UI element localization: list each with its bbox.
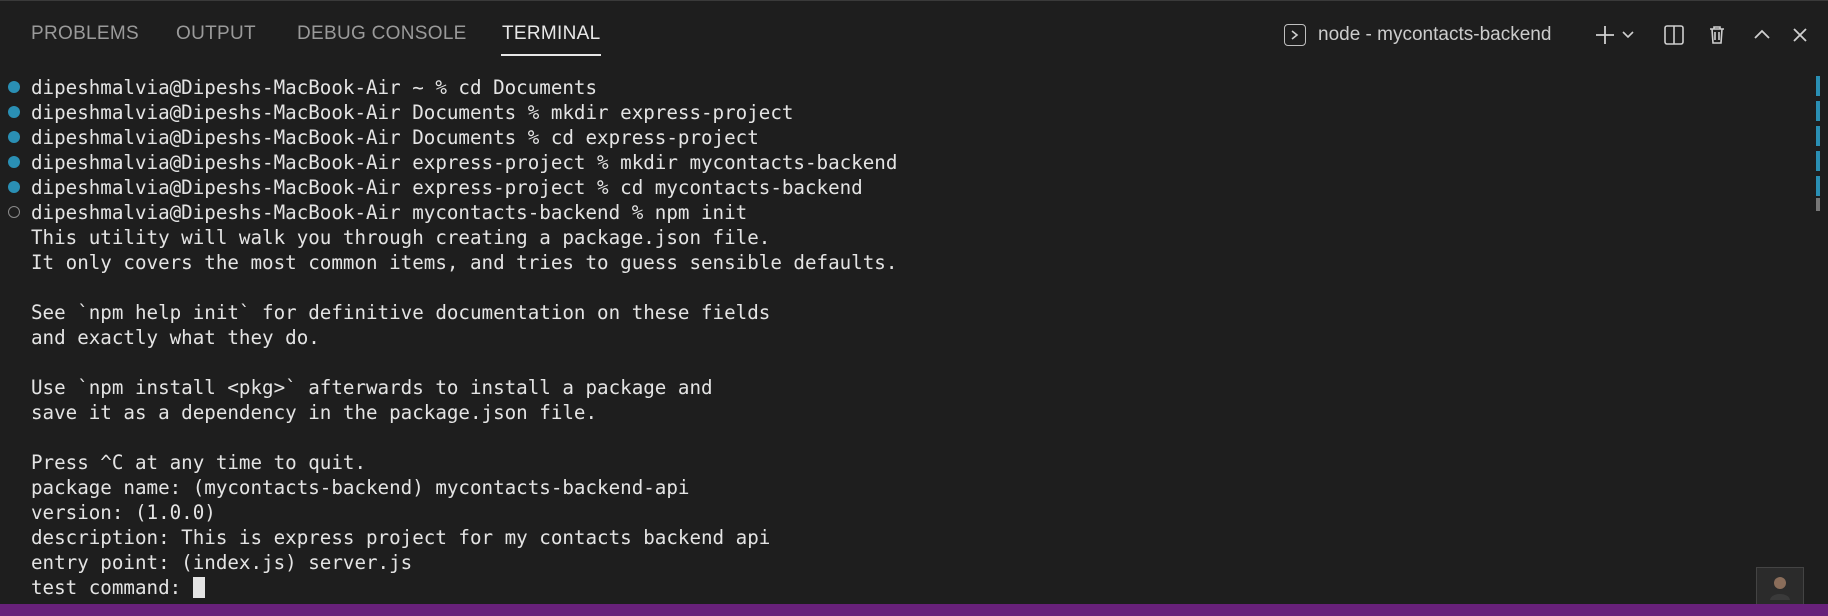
terminal-prompt-line[interactable]: test command: xyxy=(31,575,205,600)
terminal-line: See `npm help init` for definitive docum… xyxy=(31,301,771,324)
scrollbar-decoration-mark xyxy=(1816,151,1820,171)
command-success-decoration[interactable] xyxy=(8,131,20,143)
scrollbar-decoration-mark xyxy=(1816,101,1820,121)
scrollbar-decoration-mark xyxy=(1816,76,1820,96)
command-success-decoration[interactable] xyxy=(8,156,20,168)
scrollbar-thumb[interactable] xyxy=(1816,198,1820,211)
terminal-cursor xyxy=(192,577,205,598)
scrollbar-overview[interactable] xyxy=(1816,76,1820,211)
terminal-selector[interactable]: node - mycontacts-backend xyxy=(1284,21,1551,49)
trash-icon[interactable] xyxy=(1703,21,1731,49)
active-tab-indicator xyxy=(501,54,601,56)
terminal-line: entry point: (index.js) server.js xyxy=(31,551,413,574)
command-success-decoration[interactable] xyxy=(8,181,20,193)
terminal-line: dipeshmalvia@Dipeshs-MacBook-Air Documen… xyxy=(31,126,759,149)
chevron-down-icon[interactable] xyxy=(1618,21,1638,49)
terminal-line: This utility will walk you through creat… xyxy=(31,226,771,249)
terminal-line: dipeshmalvia@Dipeshs-MacBook-Air express… xyxy=(31,176,863,199)
command-running-decoration[interactable] xyxy=(8,206,20,218)
terminal-output[interactable]: dipeshmalvia@Dipeshs-MacBook-Air ~ % cd … xyxy=(0,62,1828,604)
tab-problems[interactable]: PROBLEMS xyxy=(31,23,139,45)
terminal-line: package name: (mycontacts-backend) mycon… xyxy=(31,476,690,499)
status-bar-edge xyxy=(0,604,1828,616)
terminal-line: description: This is express project for… xyxy=(31,526,771,549)
terminal-line: version: (1.0.0) xyxy=(31,501,216,524)
terminal-line: dipeshmalvia@Dipeshs-MacBook-Air ~ % cd … xyxy=(31,76,598,99)
terminal-line: dipeshmalvia@Dipeshs-MacBook-Air myconta… xyxy=(31,201,748,224)
scrollbar-decoration-mark xyxy=(1816,176,1820,196)
command-success-decoration[interactable] xyxy=(8,81,20,93)
tab-output[interactable]: OUTPUT xyxy=(176,23,256,45)
terminal-line: It only covers the most common items, an… xyxy=(31,251,898,274)
terminal-line: test command: xyxy=(31,576,193,599)
split-icon[interactable] xyxy=(1660,21,1688,49)
terminal-line: dipeshmalvia@Dipeshs-MacBook-Air express… xyxy=(31,151,898,174)
terminal-selector-label: node - mycontacts-backend xyxy=(1318,24,1552,45)
tab-debug-console[interactable]: DEBUG CONSOLE xyxy=(297,23,467,45)
close-icon[interactable] xyxy=(1786,21,1814,49)
plus-icon[interactable] xyxy=(1591,21,1619,49)
scrollbar-decoration-mark xyxy=(1816,126,1820,146)
chevron-up-icon[interactable] xyxy=(1748,21,1776,49)
panel-header: PROBLEMS OUTPUT DEBUG CONSOLE TERMINAL n… xyxy=(0,0,1828,63)
avatar xyxy=(1756,567,1804,607)
terminal-line: Press ^C at any time to quit. xyxy=(31,451,367,474)
terminal-line: save it as a dependency in the package.j… xyxy=(31,401,598,424)
terminal-line: dipeshmalvia@Dipeshs-MacBook-Air Documen… xyxy=(31,101,794,124)
terminal-line: Use `npm install <pkg>` afterwards to in… xyxy=(31,376,713,399)
terminal-line: and exactly what they do. xyxy=(31,326,320,349)
tab-terminal[interactable]: TERMINAL xyxy=(502,23,600,45)
command-success-decoration[interactable] xyxy=(8,106,20,118)
terminal-icon xyxy=(1284,24,1306,46)
